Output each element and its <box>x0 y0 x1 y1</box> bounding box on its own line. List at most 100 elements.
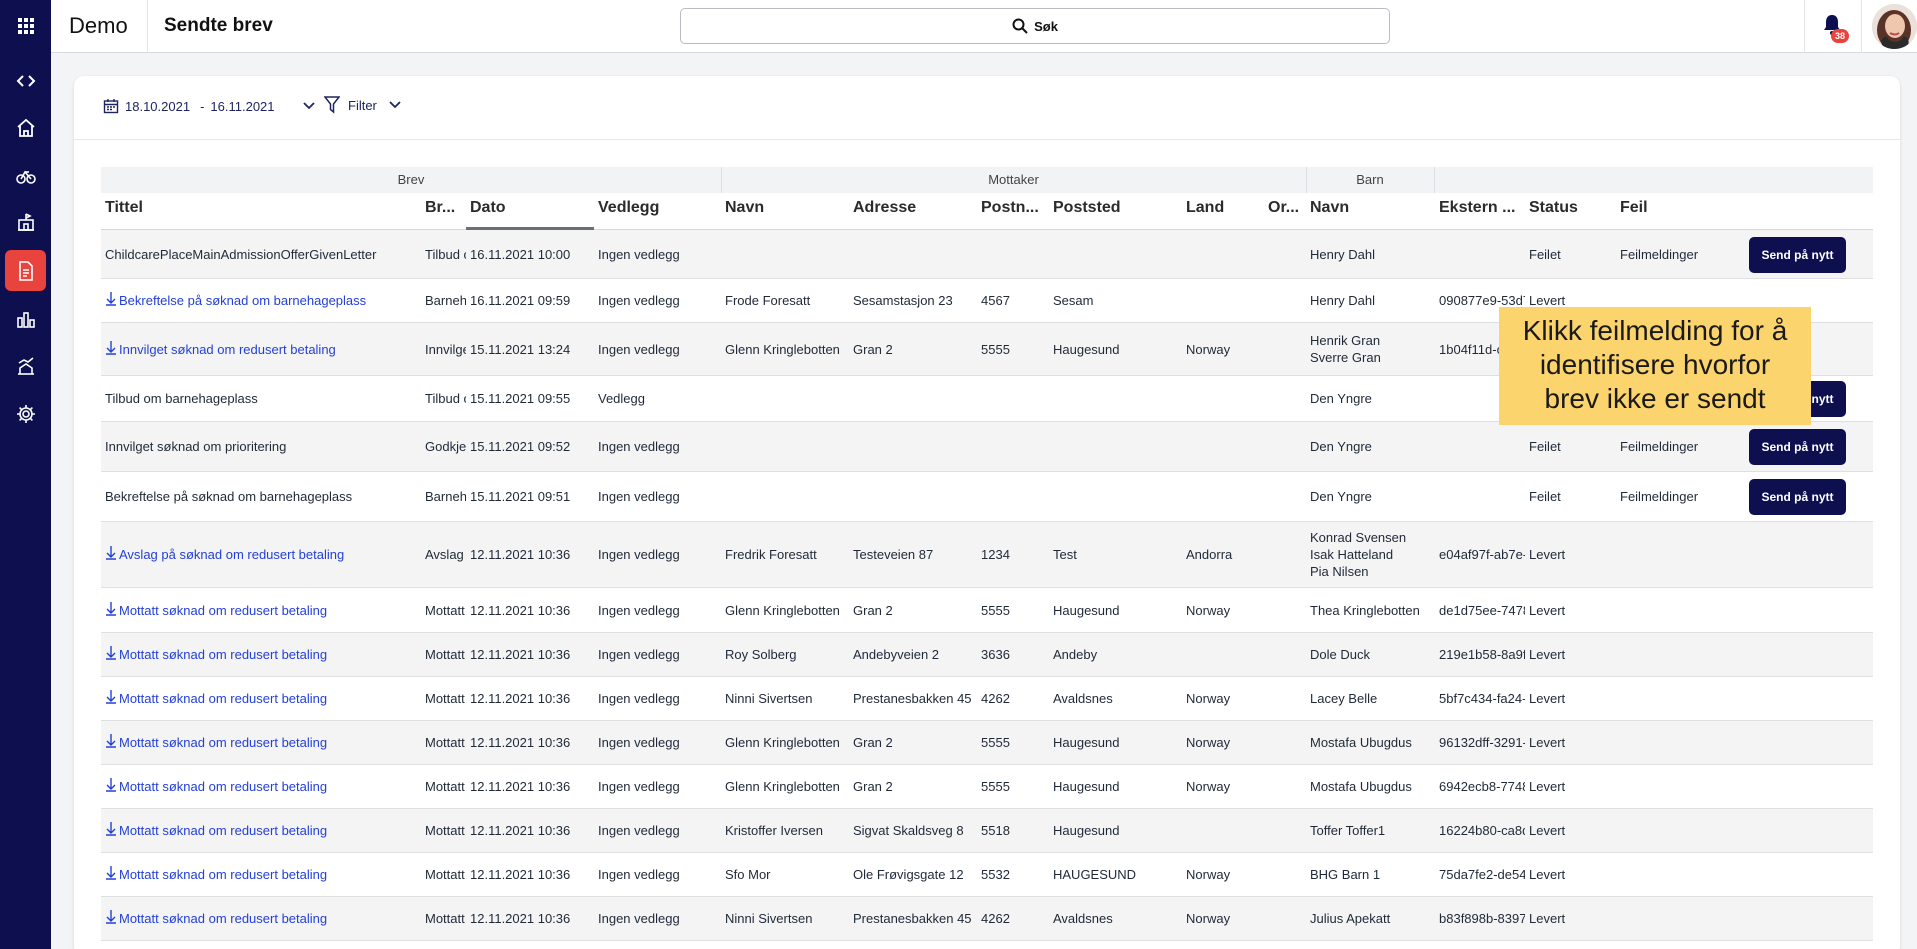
col-barn-navn-cell: Toffer Toffer1 <box>1306 809 1435 852</box>
col-poststed-cell <box>1049 230 1182 278</box>
col-barn-navn-cell: Den Yngre <box>1306 376 1435 421</box>
col-tittel-cell: Mottatt søknad om redusert betaling <box>101 633 421 676</box>
col-ekstern-header[interactable]: Ekstern ... <box>1435 193 1525 230</box>
filter-button[interactable]: Filter <box>324 96 401 114</box>
group-brev: Brev <box>397 172 425 187</box>
col-vedlegg-cell: Ingen vedlegg <box>598 547 680 562</box>
col-navn-header[interactable]: Navn <box>721 193 849 230</box>
table-row[interactable]: Mottatt søknad om redusert betaling Motta… <box>101 633 1873 677</box>
code-brackets-icon[interactable] <box>5 60 46 101</box>
col-status-header[interactable]: Status <box>1525 193 1616 230</box>
chart-building-icon[interactable] <box>5 345 46 386</box>
apps-grid-icon[interactable] <box>5 5 46 46</box>
col-land-cell: Norway <box>1186 602 1231 618</box>
table-row[interactable]: Mottatt søknad om redusert betaling Motta… <box>101 721 1873 765</box>
child-name: Henry Dahl <box>1310 246 1376 262</box>
col-land-cell: Norway <box>1186 779 1231 794</box>
col-vedlegg-cell: Ingen vedlegg <box>598 489 680 504</box>
school-building-icon[interactable] <box>5 201 46 242</box>
send-again-button[interactable]: Send på nytt <box>1749 479 1846 515</box>
col-vedlegg-cell: Ingen vedlegg <box>598 779 680 794</box>
download-link[interactable]: Innvilget søknad om redusert betaling <box>105 340 336 357</box>
date-range-picker[interactable]: 18.10.2021 - 16.11.2021 <box>103 98 315 114</box>
sidebar <box>0 0 51 949</box>
download-link[interactable]: Mottatt søknad om redusert betaling <box>105 734 327 750</box>
download-link[interactable]: Mottatt søknad om redusert betaling <box>105 646 327 662</box>
col-poststed-header[interactable]: Poststed <box>1049 193 1182 230</box>
col-postnr-cell: 5555 <box>981 735 1010 750</box>
error-messages-link[interactable]: Feilmeldinger <box>1616 230 1736 278</box>
search-input[interactable]: Søk <box>680 8 1390 44</box>
download-link[interactable]: Mottatt søknad om redusert betaling <box>105 778 327 794</box>
col-br-header[interactable]: Br... <box>421 193 466 230</box>
error-messages-link[interactable]: Feilmeldinger <box>1616 422 1736 471</box>
download-link[interactable]: Mottatt søknad om redusert betaling <box>105 690 327 706</box>
error-messages-link <box>1616 588 1736 632</box>
group-mottaker: Mottaker <box>988 172 1039 187</box>
col-tittel-cell: Mottatt søknad om redusert betaling <box>101 765 421 808</box>
col-br-cell: Mottatt <box>425 867 465 882</box>
child-name: Isak Hatteland <box>1310 547 1394 562</box>
table-row[interactable]: Mottatt søknad om redusert betaling Motta… <box>101 809 1873 853</box>
table-row[interactable]: Mottatt søknad om redusert betaling Motta… <box>101 897 1873 941</box>
col-feil-header[interactable]: Feil <box>1616 193 1736 230</box>
table-row[interactable]: Mottatt søknad om redusert betaling Motta… <box>101 677 1873 721</box>
col-barn-navn-header[interactable]: Navn <box>1306 193 1435 230</box>
col-vedlegg-cell: Ingen vedlegg <box>598 602 680 618</box>
error-messages-link <box>1616 721 1736 764</box>
col-land-header[interactable]: Land <box>1182 193 1264 230</box>
download-link[interactable]: Avslag på søknad om redusert betaling <box>105 546 344 562</box>
document-icon[interactable] <box>5 250 46 291</box>
col-ekstern-cell: 16224b80-ca8d <box>1439 823 1525 838</box>
col-br-cell: Mottatt <box>425 647 465 662</box>
download-icon <box>106 778 116 792</box>
col-postnr-cell: 5555 <box>981 779 1010 794</box>
table-row[interactable]: Bekreftelse på søknad om barnehageplass B… <box>101 472 1873 522</box>
table-row[interactable]: Innvilget søknad om prioritering Godkjent… <box>101 422 1873 472</box>
col-vedlegg-header[interactable]: Vedlegg <box>594 193 721 230</box>
error-messages-link <box>1616 633 1736 676</box>
col-dato-cell: 12.11.2021 10:36 <box>470 823 571 838</box>
column-group-row: Brev Mottaker Barn <box>101 167 1873 193</box>
home-icon[interactable] <box>5 107 46 148</box>
col-postnr-header[interactable]: Postn... <box>977 193 1049 230</box>
col-navn-cell: Glenn Kringlebotten <box>725 779 840 794</box>
child-name: Den Yngre <box>1310 489 1372 504</box>
child-name: Toffer Toffer1 <box>1310 823 1386 838</box>
letter-title: Innvilget søknad om prioritering <box>105 439 287 454</box>
col-status-cell: Levert <box>1529 647 1566 662</box>
letter-title: ChildcarePlaceMainAdmissionOfferGivenLet… <box>105 246 377 262</box>
col-poststed-cell: Sesam <box>1053 293 1094 308</box>
download-link[interactable]: Mottatt søknad om redusert betaling <box>105 822 327 838</box>
tooltip-line: Klikk feilmelding for å <box>1522 315 1788 346</box>
col-br-cell: Godkjent <box>425 439 466 454</box>
send-again-button[interactable]: Send på nytt <box>1749 236 1846 273</box>
send-again-button[interactable]: Send på nytt <box>1749 429 1846 465</box>
download-link[interactable]: Mottatt søknad om redusert betaling <box>105 866 327 882</box>
col-navn-cell: Ninni Sivertsen <box>725 691 813 706</box>
table-row[interactable]: Mottatt søknad om redusert betaling Motta… <box>101 588 1873 633</box>
child-name: Pia Nilsen <box>1310 564 1369 579</box>
col-tittel-header[interactable]: Tittel <box>101 193 421 230</box>
download-link[interactable]: Mottatt søknad om redusert betaling <box>105 910 327 926</box>
error-messages-link[interactable]: Feilmeldinger <box>1616 472 1736 521</box>
col-or-header[interactable]: Or... <box>1264 193 1306 230</box>
settings-gear-icon[interactable] <box>5 393 46 434</box>
table-row[interactable]: Mottatt søknad om redusert betaling Motta… <box>101 853 1873 897</box>
col-barn-navn-cell: Henrik Gran Sverre Gran <box>1306 323 1435 375</box>
letter-title: Mottatt søknad om redusert betaling <box>119 602 328 618</box>
col-dato-header[interactable]: Dato <box>466 193 594 230</box>
avatar[interactable] <box>1872 4 1917 49</box>
col-navn-cell: Frode Foresatt <box>725 293 811 308</box>
col-adresse-cell <box>849 422 977 471</box>
bicycle-icon[interactable] <box>5 154 46 195</box>
download-link[interactable]: Bekreftelse på søknad om barnehageplass <box>105 292 366 308</box>
error-messages-link <box>1616 765 1736 808</box>
table-row[interactable]: ChildcarePlaceMainAdmissionOfferGivenLet… <box>101 230 1873 279</box>
bar-chart-icon[interactable] <box>5 298 46 339</box>
download-icon <box>106 690 116 704</box>
col-adresse-header[interactable]: Adresse <box>849 193 977 230</box>
download-link[interactable]: Mottatt søknad om redusert betaling <box>105 601 328 618</box>
table-row[interactable]: Avslag på søknad om redusert betaling Avs… <box>101 522 1873 588</box>
table-row[interactable]: Mottatt søknad om redusert betaling Motta… <box>101 765 1873 809</box>
